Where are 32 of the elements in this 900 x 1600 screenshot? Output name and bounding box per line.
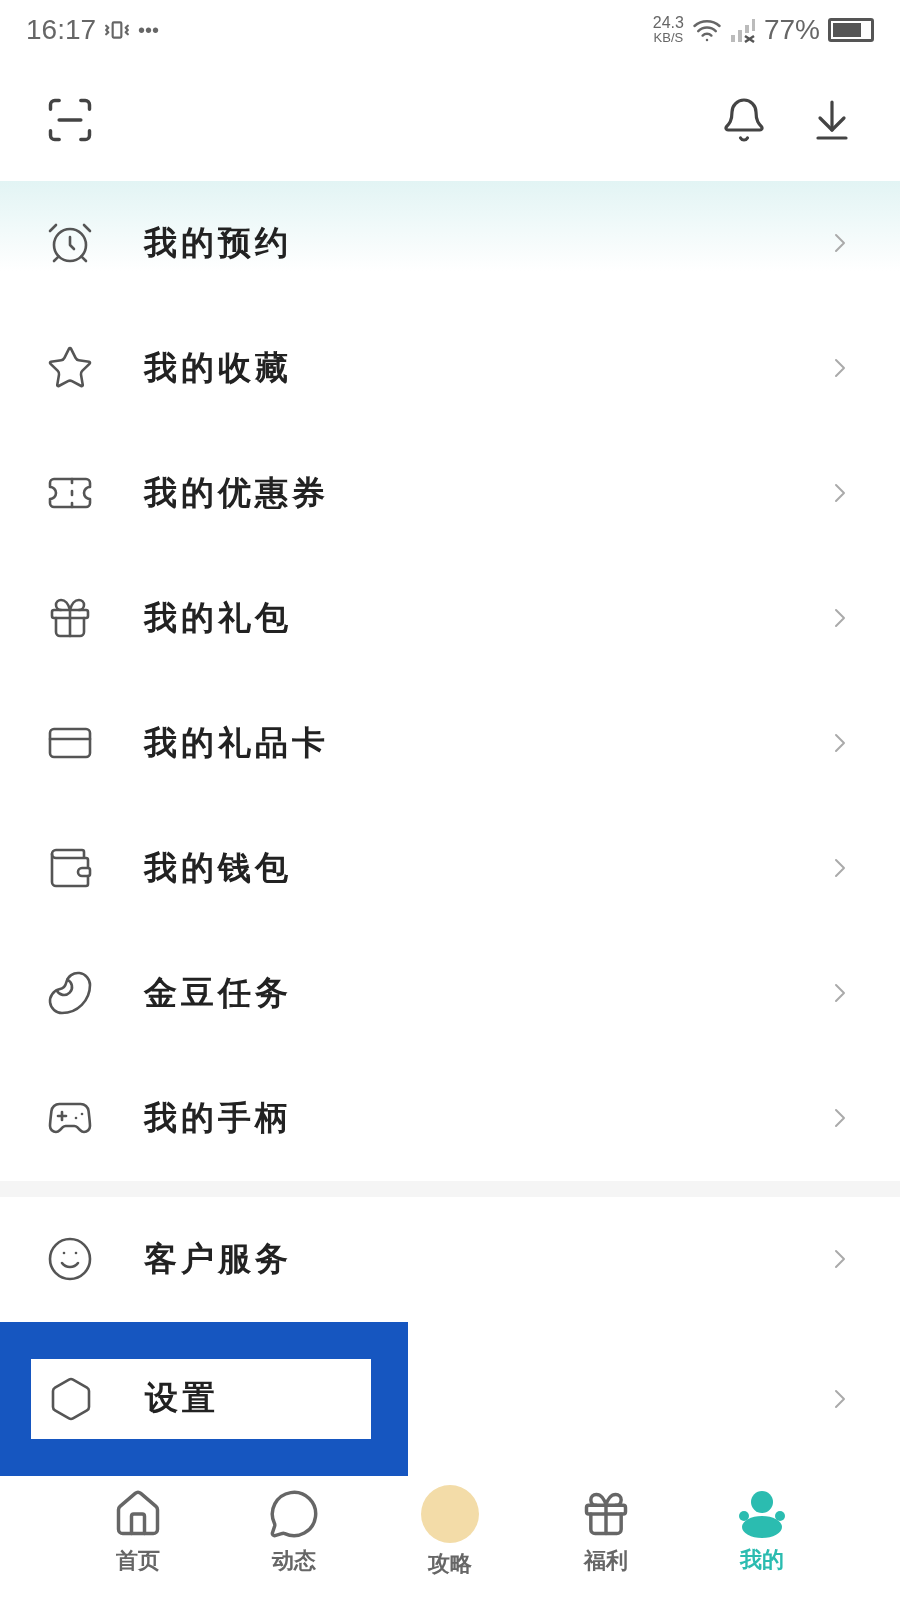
menu-label: 我的收藏 xyxy=(144,348,292,388)
menu-label: 我的预约 xyxy=(144,223,292,263)
menu-label: 我的手柄 xyxy=(144,1098,292,1138)
nav-tab[interactable]: 福利 xyxy=(556,1488,656,1578)
more-dots: ••• xyxy=(138,17,160,43)
menu-label: 金豆任务 xyxy=(144,973,292,1013)
network-speed: 24.3 xyxy=(652,15,684,31)
menu-item[interactable]: 金豆任务 xyxy=(0,930,900,1056)
nav-tab[interactable]: 攻略 xyxy=(400,1485,500,1581)
menu-item[interactable]: 我的预约 xyxy=(0,180,900,306)
menu-item[interactable]: 客户服务 xyxy=(0,1196,900,1322)
menu-item[interactable]: 我的优惠券 xyxy=(0,430,900,556)
speed-unit: KB/S xyxy=(653,31,684,44)
nav-tab[interactable]: 动态 xyxy=(244,1488,344,1578)
menu-item[interactable]: 我的手柄 xyxy=(0,1055,900,1181)
menu-item[interactable]: 我的礼品卡 xyxy=(0,680,900,806)
clock-time: 16:17 xyxy=(26,12,97,47)
menu-item[interactable]: 我的收藏 xyxy=(0,305,900,431)
menu-item[interactable]: 我的礼包 xyxy=(0,555,900,681)
menu-label: 我的礼品卡 xyxy=(144,723,329,763)
menu-label: 设置 xyxy=(145,1379,219,1419)
paw-icon xyxy=(737,1489,787,1540)
nav-tab[interactable]: 首页 xyxy=(88,1488,188,1578)
battery-icon xyxy=(828,17,874,42)
menu-item[interactable]: 我的钱包 xyxy=(0,805,900,931)
menu-label: 客户服务 xyxy=(144,1239,292,1279)
menu-item[interactable]: 设置 xyxy=(0,1321,900,1476)
battery-percent: 77% xyxy=(763,12,820,47)
signal-icon xyxy=(729,16,756,43)
menu-label: 我的钱包 xyxy=(144,848,292,888)
menu-label: 我的礼包 xyxy=(144,598,292,638)
menu-label: 我的优惠券 xyxy=(144,473,329,513)
